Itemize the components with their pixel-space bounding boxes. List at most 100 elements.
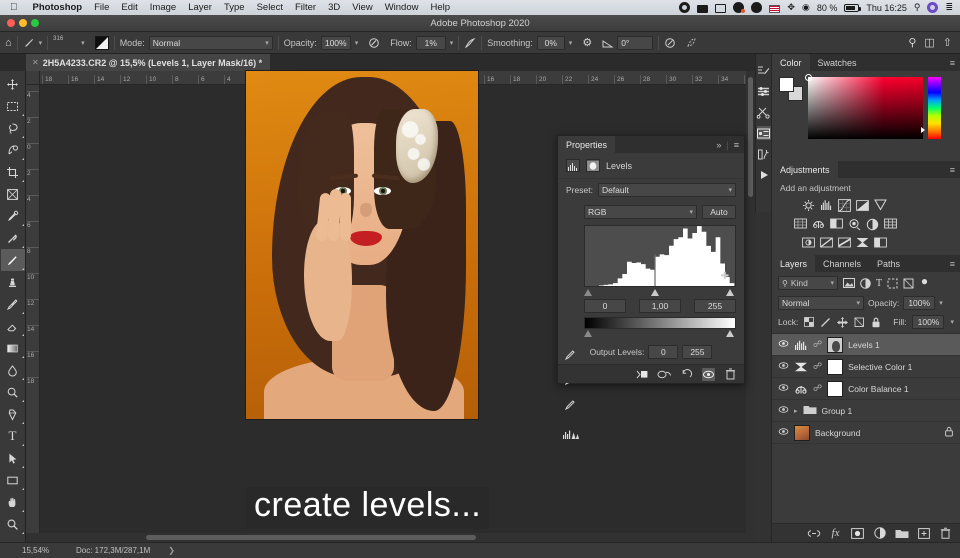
document-tab[interactable]: ✕ 2H5A4233.CR2 @ 15,5% (Levels 1, Layer … xyxy=(26,54,272,71)
tab-channels[interactable]: Channels xyxy=(815,255,869,272)
tab-properties[interactable]: Properties xyxy=(558,136,616,153)
menu-item-file[interactable]: File xyxy=(88,2,115,13)
eye-icon[interactable] xyxy=(778,427,789,438)
tab-paths[interactable]: Paths xyxy=(869,255,908,272)
pattern-stamp-icon[interactable] xyxy=(686,37,698,49)
brush-tool-icon[interactable] xyxy=(23,37,35,49)
brush-preset-preview[interactable]: 316 xyxy=(53,32,71,50)
control-center-icon[interactable]: ≣ xyxy=(945,2,953,13)
clipped-histogram-icon[interactable] xyxy=(563,426,579,444)
invert-icon[interactable] xyxy=(802,237,815,250)
blur-tool[interactable] xyxy=(1,359,25,381)
foreground-color-swatch[interactable] xyxy=(779,77,794,92)
layer-list[interactable]: ☍ Levels 1 ☍ Selective Color 1 ☍ Color B… xyxy=(772,333,960,444)
close-icon[interactable]: ✕ xyxy=(32,58,39,67)
frame-tool[interactable] xyxy=(1,183,25,205)
menu-item-view[interactable]: View xyxy=(346,2,378,13)
clone-stamp-tool[interactable] xyxy=(1,271,25,293)
tab-layers[interactable]: Layers xyxy=(772,255,816,272)
apple-logo-icon[interactable]:  xyxy=(10,2,18,13)
vibrance-icon[interactable] xyxy=(874,199,887,214)
history-icon[interactable] xyxy=(757,147,771,161)
link-layers-icon[interactable] xyxy=(807,527,820,540)
clip-to-layer-icon[interactable] xyxy=(636,368,649,381)
add-mask-icon[interactable] xyxy=(851,527,864,540)
delete-layer-icon[interactable] xyxy=(939,527,952,540)
home-icon[interactable]: ⌂ xyxy=(5,37,12,49)
layer-row-background[interactable]: Background xyxy=(772,422,960,444)
object-select-tool[interactable] xyxy=(1,139,25,161)
panel-menu-icon[interactable]: ≡ xyxy=(950,161,960,178)
output-white-marker[interactable] xyxy=(726,330,734,337)
chevron-down-icon[interactable]: ▾ xyxy=(355,39,359,47)
chevron-down-icon[interactable]: ▾ xyxy=(950,318,954,326)
color-lookup-icon[interactable] xyxy=(884,218,897,233)
gradient-map-icon[interactable] xyxy=(874,237,887,250)
lock-image-icon[interactable] xyxy=(820,317,831,328)
chevron-right-icon[interactable]: ▸ xyxy=(794,407,798,415)
gear-icon[interactable]: ⚙ xyxy=(582,36,592,49)
levels-icon[interactable] xyxy=(820,199,833,214)
lock-transparency-icon[interactable] xyxy=(804,317,815,327)
link-mask-icon[interactable]: ☍ xyxy=(813,361,822,372)
path-select-tool[interactable] xyxy=(1,447,25,469)
output-levels-slider[interactable] xyxy=(584,329,736,338)
menu-item-edit[interactable]: Edit xyxy=(115,2,143,13)
gradient-tool[interactable] xyxy=(1,337,25,359)
auto-button[interactable]: Auto xyxy=(702,205,736,219)
siri-icon[interactable] xyxy=(927,2,939,13)
color-panel[interactable]: Color Swatches ≡ xyxy=(771,54,960,161)
new-adjustment-icon[interactable] xyxy=(873,527,886,540)
search-icon[interactable]: ⚲ xyxy=(908,36,916,49)
foreground-background-swatches[interactable] xyxy=(779,77,803,101)
healing-brush-tool[interactable] xyxy=(1,227,25,249)
brush-tool[interactable] xyxy=(0,249,25,271)
play-icon[interactable] xyxy=(757,168,771,182)
add-style-fx-icon[interactable]: fx xyxy=(829,527,842,540)
smart-object-filter-icon[interactable] xyxy=(903,278,914,289)
layer-row-group-1[interactable]: ▸ Group 1 xyxy=(772,400,960,422)
tab-color[interactable]: Color xyxy=(772,54,810,71)
levels-histogram[interactable]: ✚ xyxy=(584,225,736,287)
link-mask-icon[interactable]: ☍ xyxy=(813,383,822,394)
channel-select[interactable]: RGB ▾ xyxy=(584,205,697,219)
shadow-input-marker[interactable] xyxy=(584,289,592,296)
midtone-input-field[interactable]: 1,00 xyxy=(639,299,681,313)
brush-settings-icon[interactable] xyxy=(757,63,771,77)
white-point-eyedropper-icon[interactable] xyxy=(564,398,577,416)
type-tool[interactable]: T xyxy=(1,425,25,447)
tab-swatches[interactable]: Swatches xyxy=(810,54,865,71)
rectangular-select-tool[interactable] xyxy=(1,95,25,117)
eye-icon[interactable] xyxy=(778,383,789,394)
chevron-down-icon[interactable]: ▾ xyxy=(81,39,85,47)
layer-thumbnail[interactable] xyxy=(794,424,810,441)
toggle-visibility-icon[interactable] xyxy=(702,367,715,381)
layer-blend-mode-select[interactable]: Normal ▾ xyxy=(778,296,864,310)
layers-panel[interactable]: Layers Channels Paths ≡ ⚲ Kind ▾ T Norma… xyxy=(771,255,960,542)
menu-item-help[interactable]: Help xyxy=(424,2,456,13)
output-black-marker[interactable] xyxy=(584,330,592,337)
adjustments-panel[interactable]: Adjustments ≡ Add an adjustment xyxy=(771,161,960,255)
delete-icon[interactable] xyxy=(724,368,737,381)
zoom-tool[interactable] xyxy=(1,513,25,535)
output-white-field[interactable]: 255 xyxy=(682,345,713,359)
preset-select[interactable]: Default ▾ xyxy=(597,183,736,197)
layer-fill-input[interactable]: 100% xyxy=(912,315,945,329)
layer-row-color-balance-1[interactable]: ☍ Color Balance 1 xyxy=(772,378,960,400)
view-previous-state-icon[interactable] xyxy=(657,368,671,381)
layer-mask-thumbnail[interactable] xyxy=(827,336,844,353)
filter-toggle-icon[interactable] xyxy=(919,278,930,289)
screen-share-icon[interactable] xyxy=(715,3,727,13)
layer-row-levels-1[interactable]: ☍ Levels 1 xyxy=(772,334,960,356)
highlight-input-field[interactable]: 255 xyxy=(694,299,736,313)
eye-icon[interactable] xyxy=(778,405,789,416)
panel-menu-icon[interactable]: ≡ xyxy=(734,140,739,150)
exposure-icon[interactable] xyxy=(856,199,869,214)
layer-mask-icon[interactable] xyxy=(586,159,600,172)
adjustment-layer-filter-icon[interactable] xyxy=(860,277,871,289)
menu-app-name[interactable]: Photoshop xyxy=(27,2,89,13)
color-balance-icon[interactable] xyxy=(812,218,825,233)
menu-item-layer[interactable]: Layer xyxy=(182,2,218,13)
shadow-input-field[interactable]: 0 xyxy=(584,299,626,313)
eye-icon[interactable] xyxy=(778,361,789,372)
